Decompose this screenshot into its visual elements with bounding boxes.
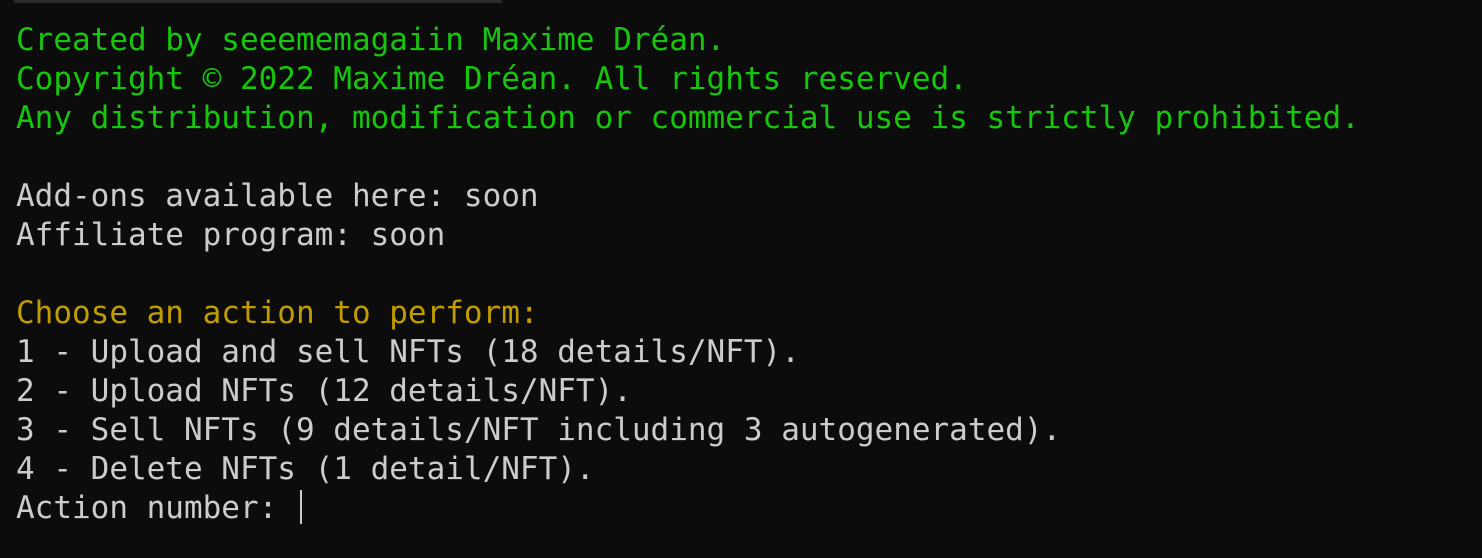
- input-label: Action number:: [16, 490, 296, 526]
- terminal-window[interactable]: Created by seeememagaiin Maxime Dréan. C…: [0, 0, 1482, 558]
- menu-option-2: 2 - Upload NFTs (12 details/NFT).: [16, 373, 632, 409]
- menu-option-1: 1 - Upload and sell NFTs (18 details/NFT…: [16, 334, 800, 370]
- license-line: Any distribution, modification or commer…: [16, 100, 1360, 136]
- menu-option-4: 4 - Delete NFTs (1 detail/NFT).: [16, 451, 595, 487]
- affiliate-line: Affiliate program: soon: [16, 217, 446, 253]
- addons-line: Add-ons available here: soon: [16, 178, 539, 214]
- input-line[interactable]: Action number:: [16, 489, 1482, 528]
- credits-line: Created by seeememagaiin Maxime Dréan.: [16, 22, 726, 58]
- tab-edge: [14, 0, 502, 3]
- text-cursor[interactable]: [299, 490, 302, 524]
- menu-prompt: Choose an action to perform:: [16, 295, 539, 331]
- menu-option-3: 3 - Sell NFTs (9 details/NFT including 3…: [16, 412, 1062, 448]
- copyright-line: Copyright © 2022 Maxime Dréan. All right…: [16, 61, 968, 97]
